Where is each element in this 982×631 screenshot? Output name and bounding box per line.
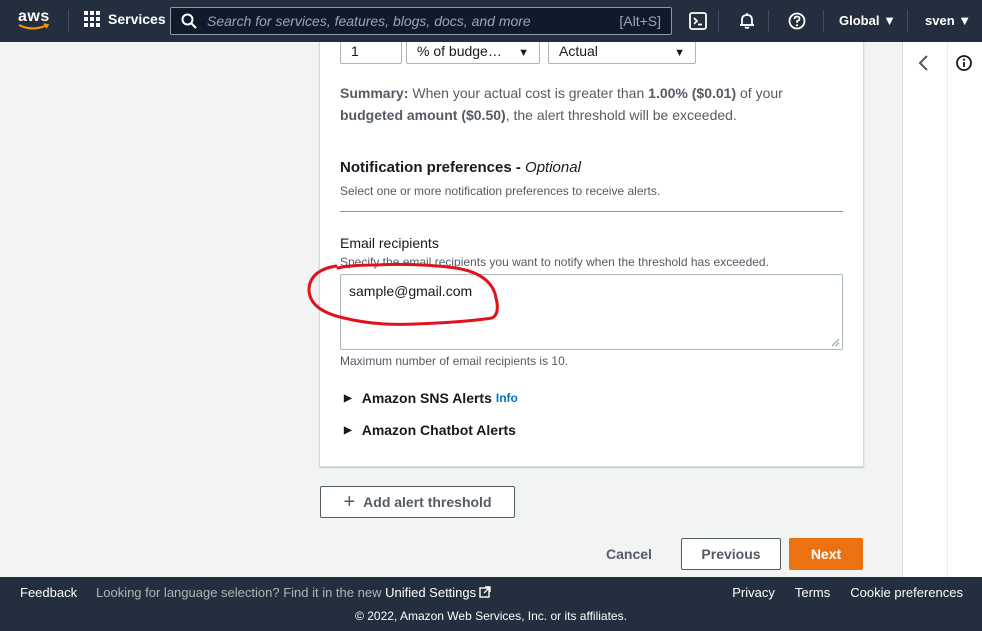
caret-down-icon: ▼: [883, 13, 896, 28]
threshold-amount-input[interactable]: 1: [340, 42, 402, 64]
cancel-button[interactable]: Cancel: [594, 538, 664, 570]
top-navigation: aws Services [Alt+S]: [0, 0, 982, 42]
nav-divider: [907, 10, 908, 32]
caret-down-icon: ▼: [674, 47, 685, 59]
previous-button[interactable]: Previous: [681, 538, 781, 570]
sns-alerts-label: Amazon SNS Alerts: [361, 390, 492, 406]
notification-preferences-description: Select one or more notification preferen…: [340, 184, 661, 198]
email-recipients-hint: Maximum number of email recipients is 10…: [340, 354, 569, 368]
cloudshell-icon[interactable]: [688, 11, 708, 31]
heading-text: Notification preferences -: [340, 159, 526, 176]
search-icon: [181, 13, 197, 29]
account-menu[interactable]: sven ▼: [925, 13, 971, 28]
language-notice: Looking for language selection? Find it …: [96, 585, 491, 600]
summary-text: of your: [736, 85, 783, 101]
plus-icon: +: [343, 491, 356, 513]
cookie-preferences-link[interactable]: Cookie preferences: [850, 585, 963, 600]
search-bar[interactable]: [Alt+S]: [170, 7, 672, 35]
search-shortcut-hint: [Alt+S]: [619, 13, 661, 29]
add-alert-threshold-label: Add alert threshold: [363, 494, 492, 510]
nav-divider: [768, 10, 769, 32]
threshold-unit-select[interactable]: % of budge… ▼: [406, 42, 540, 64]
summary-text: When your actual cost is greater than: [408, 85, 649, 101]
region-selector[interactable]: Global ▼: [839, 13, 896, 28]
footer-links: Privacy Terms Cookie preferences: [732, 585, 963, 600]
threshold-summary: Summary: When your actual cost is greate…: [340, 82, 830, 126]
next-button[interactable]: Next: [789, 538, 863, 570]
feedback-link[interactable]: Feedback: [20, 585, 77, 600]
rail-divider: [947, 42, 948, 577]
caret-right-icon: ▶: [344, 424, 352, 436]
threshold-inputs: 1 % of budge… ▼ Actual ▼: [340, 42, 696, 64]
caret-down-icon: ▼: [958, 13, 972, 28]
tools-rail: [902, 42, 982, 577]
email-recipients-description: Specify the email recipients you want to…: [340, 255, 769, 269]
aws-logo[interactable]: aws: [16, 8, 52, 34]
threshold-unit-value: % of budge…: [417, 43, 502, 59]
resize-handle-icon[interactable]: [831, 338, 840, 347]
unified-settings-link[interactable]: Unified Settings: [385, 585, 491, 600]
help-icon[interactable]: [787, 11, 807, 31]
bell-icon[interactable]: [737, 11, 757, 31]
email-recipients-label: Email recipients: [340, 235, 439, 251]
optional-label: Optional: [525, 159, 581, 176]
alert-threshold-panel: 1 % of budge… ▼ Actual ▼ Summary: When y…: [319, 42, 864, 467]
caret-down-icon: ▼: [518, 47, 529, 59]
notification-preferences-heading: Notification preferences - Optional: [340, 159, 581, 176]
sns-info-link[interactable]: Info: [496, 391, 518, 405]
nav-divider: [718, 10, 719, 32]
copyright-text: © 2022, Amazon Web Services, Inc. or its…: [355, 609, 627, 623]
summary-text: , the alert threshold will be exceeded.: [505, 107, 737, 123]
caret-right-icon: ▶: [344, 392, 352, 404]
threshold-type-value: Actual: [559, 43, 598, 59]
external-link-icon: [479, 586, 491, 598]
add-alert-threshold-button[interactable]: + Add alert threshold: [320, 486, 515, 518]
username-label: sven: [925, 13, 955, 28]
chatbot-alerts-expander[interactable]: ▶ Amazon Chatbot Alerts: [344, 422, 516, 438]
search-input[interactable]: [207, 13, 620, 29]
services-label: Services: [108, 11, 166, 27]
aws-smile-icon: [18, 23, 50, 30]
chevron-left-icon[interactable]: [917, 54, 931, 77]
footer: Feedback Looking for language selection?…: [0, 577, 982, 631]
language-notice-text: Looking for language selection? Find it …: [96, 585, 386, 600]
region-label: Global: [839, 13, 880, 28]
summary-budgeted-amount: budgeted amount ($0.50): [340, 107, 506, 123]
privacy-link[interactable]: Privacy: [732, 585, 775, 600]
info-icon[interactable]: [955, 54, 973, 77]
email-recipients-textarea[interactable]: sample@gmail.com: [340, 274, 843, 350]
grid-icon: [84, 11, 100, 27]
nav-divider: [823, 10, 824, 32]
threshold-type-select[interactable]: Actual ▼: [548, 42, 696, 64]
summary-label: Summary:: [340, 85, 409, 101]
nav-divider: [68, 10, 69, 32]
section-divider: [340, 211, 843, 212]
terms-link[interactable]: Terms: [795, 585, 830, 600]
sns-alerts-expander[interactable]: ▶ Amazon SNS Alerts Info: [344, 390, 518, 406]
unified-settings-label: Unified Settings: [385, 585, 477, 600]
services-menu-button[interactable]: Services: [84, 11, 166, 27]
chatbot-alerts-label: Amazon Chatbot Alerts: [361, 422, 516, 438]
email-recipients-value: sample@gmail.com: [349, 283, 473, 299]
summary-percentage: 1.00% ($0.01): [648, 85, 737, 101]
